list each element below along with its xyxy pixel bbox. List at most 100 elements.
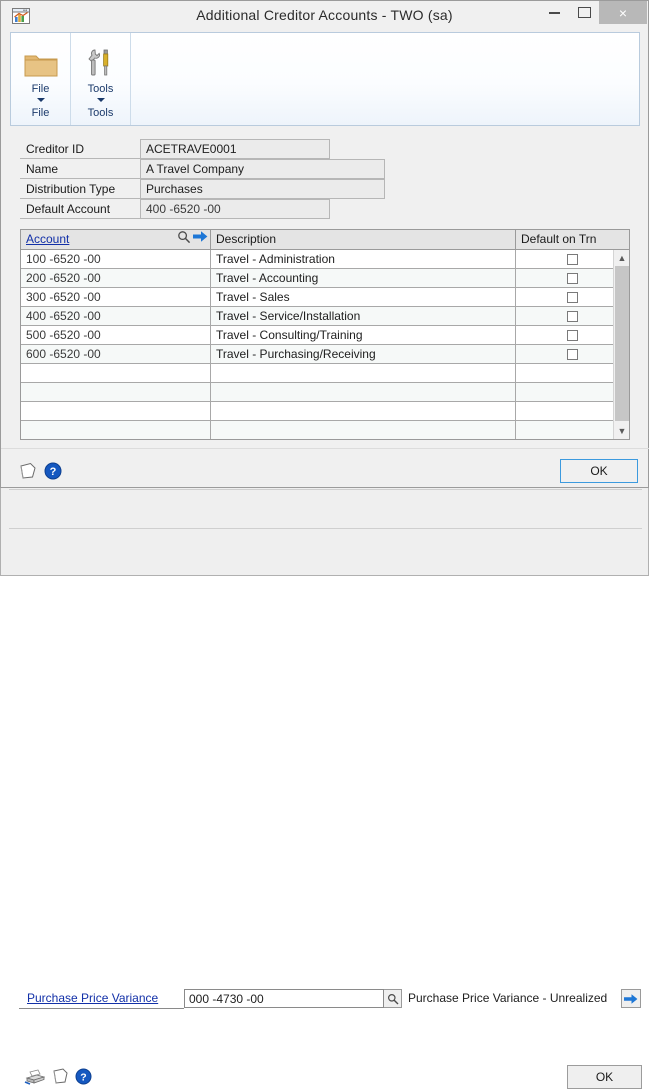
default-on-trn-checkbox[interactable] (566, 291, 578, 303)
default-on-trn-checkbox[interactable] (566, 310, 578, 322)
purchase-price-variance-link[interactable]: Purchase Price Variance (19, 988, 184, 1009)
grid-header-account-label[interactable]: Account (26, 230, 69, 249)
note-icon[interactable] (18, 461, 37, 485)
cell-account[interactable]: 400 -6520 -00 (21, 307, 211, 325)
default-account-value[interactable]: 400 -6520 -00 (140, 199, 330, 219)
cell-default-on-trn[interactable] (516, 288, 628, 306)
scroll-up-icon[interactable]: ▲ (614, 250, 629, 266)
additional-creditor-accounts-dialog: Additional Creditor Accounts - TWO (sa) … (0, 0, 649, 488)
cell-account[interactable] (21, 421, 211, 439)
cell-default-on-trn[interactable] (516, 402, 628, 420)
chevron-down-icon[interactable] (36, 98, 45, 102)
cell-default-on-trn[interactable] (516, 326, 628, 344)
scroll-down-icon[interactable]: ▼ (614, 423, 629, 439)
accounts-grid: Account Description Default on Trn 100 -… (20, 229, 630, 440)
dialog-footer-separator (1, 448, 649, 449)
creditor-id-value[interactable]: ACETRAVE0001 (140, 139, 330, 159)
scrollbar-thumb[interactable] (615, 266, 629, 421)
cell-description[interactable]: Travel - Purchasing/Receiving (211, 345, 516, 363)
help-icon[interactable]: ? (44, 462, 62, 485)
table-row[interactable]: 300 -6520 -00 Travel - Sales (21, 288, 629, 307)
printer-icon[interactable] (23, 1067, 46, 1090)
maximize-button[interactable] (569, 1, 599, 24)
cell-description[interactable]: Travel - Sales (211, 288, 516, 306)
tools-icon (84, 41, 118, 79)
folder-icon (23, 41, 59, 79)
cell-default-on-trn[interactable] (516, 421, 628, 439)
cell-account[interactable]: 100 -6520 -00 (21, 250, 211, 268)
cell-description[interactable] (211, 383, 516, 401)
cell-account[interactable] (21, 364, 211, 382)
default-on-trn-checkbox[interactable] (566, 253, 578, 265)
cell-account[interactable] (21, 383, 211, 401)
ribbon-group-tools[interactable]: Tools Tools (71, 33, 131, 125)
ribbon-bar: File File Tools Tools (10, 32, 640, 126)
grid-vertical-scrollbar[interactable]: ▲ ▼ (613, 250, 629, 439)
name-value[interactable]: A Travel Company (140, 159, 385, 179)
cell-default-on-trn[interactable] (516, 345, 628, 363)
cell-description[interactable] (211, 402, 516, 420)
magnifier-icon[interactable] (384, 989, 402, 1008)
field-row-distribution-type: Distribution Type Purchases (20, 179, 385, 199)
purchase-price-variance-account-input[interactable]: 000 -4730 -00 (184, 989, 384, 1008)
grid-header-row: Account Description Default on Trn (21, 230, 629, 250)
blue-arrow-right-icon[interactable] (621, 989, 641, 1008)
cell-description[interactable]: Travel - Service/Installation (211, 307, 516, 325)
dialog-titlebar[interactable]: Additional Creditor Accounts - TWO (sa) … (1, 1, 648, 31)
minimize-button[interactable] (539, 1, 569, 24)
maximize-icon (577, 7, 591, 18)
magnifier-icon[interactable] (177, 230, 191, 250)
cell-description[interactable]: Travel - Administration (211, 250, 516, 268)
parent-ok-button[interactable]: OK (567, 1065, 642, 1089)
grid-header-description[interactable]: Description (211, 230, 516, 249)
dialog-footer-icon-group: ? (18, 461, 62, 485)
cell-account[interactable]: 600 -6520 -00 (21, 345, 211, 363)
cell-account[interactable]: 300 -6520 -00 (21, 288, 211, 306)
blue-arrow-right-icon[interactable] (193, 230, 208, 249)
table-row[interactable]: 100 -6520 -00 Travel - Administration (21, 250, 629, 269)
name-label: Name (20, 159, 140, 179)
ribbon-group-file[interactable]: File File (11, 33, 71, 125)
cell-description[interactable]: Travel - Consulting/Training (211, 326, 516, 344)
grid-header-default-on-trn[interactable]: Default on Trn (516, 230, 628, 249)
cell-description[interactable] (211, 364, 516, 382)
close-button[interactable]: × (599, 1, 647, 24)
default-on-trn-checkbox[interactable] (566, 329, 578, 341)
field-row-name: Name A Travel Company (20, 159, 385, 179)
dialog-ok-button[interactable]: OK (560, 459, 638, 483)
cell-default-on-trn[interactable] (516, 307, 628, 325)
table-row[interactable]: 200 -6520 -00 Travel - Accounting (21, 269, 629, 288)
grid-header-account[interactable]: Account (21, 230, 211, 249)
table-row[interactable]: 600 -6520 -00 Travel - Purchasing/Receivi… (21, 345, 629, 364)
cell-description[interactable]: Travel - Accounting (211, 269, 516, 287)
ribbon-file-group-name: File (31, 107, 50, 119)
cell-description[interactable] (211, 421, 516, 439)
cell-default-on-trn[interactable] (516, 250, 628, 268)
table-row[interactable]: 400 -6520 -00 Travel - Service/Installati… (21, 307, 629, 326)
distribution-type-label: Distribution Type (20, 179, 140, 199)
grid-body: 100 -6520 -00 Travel - Administration 200 … (21, 250, 629, 439)
parent-window-footer: ? OK (9, 528, 642, 1089)
help-icon[interactable]: ? (75, 1068, 92, 1090)
cell-account[interactable] (21, 402, 211, 420)
table-row[interactable] (21, 421, 629, 439)
cell-account[interactable]: 500 -6520 -00 (21, 326, 211, 344)
table-row[interactable] (21, 383, 629, 402)
cell-account[interactable]: 200 -6520 -00 (21, 269, 211, 287)
table-row[interactable]: 500 -6520 -00 Travel - Consulting/Trainin… (21, 326, 629, 345)
parent-footer-icon-group: ? (23, 1067, 92, 1090)
parent-window-field-area: Purchase Price Variance 000 -4730 -00 Pu… (9, 489, 642, 1009)
distribution-type-value[interactable]: Purchases (140, 179, 385, 199)
default-on-trn-checkbox[interactable] (566, 348, 578, 360)
note-icon[interactable] (51, 1067, 69, 1090)
chevron-down-icon[interactable] (96, 98, 105, 102)
cell-default-on-trn[interactable] (516, 383, 628, 401)
ribbon-file-label: File (31, 83, 50, 95)
table-row[interactable] (21, 402, 629, 421)
svg-text:?: ? (80, 1071, 86, 1083)
cell-default-on-trn[interactable] (516, 269, 628, 287)
cell-default-on-trn[interactable] (516, 364, 628, 382)
table-row[interactable] (21, 364, 629, 383)
default-on-trn-checkbox[interactable] (566, 272, 578, 284)
svg-text:?: ? (50, 466, 57, 478)
